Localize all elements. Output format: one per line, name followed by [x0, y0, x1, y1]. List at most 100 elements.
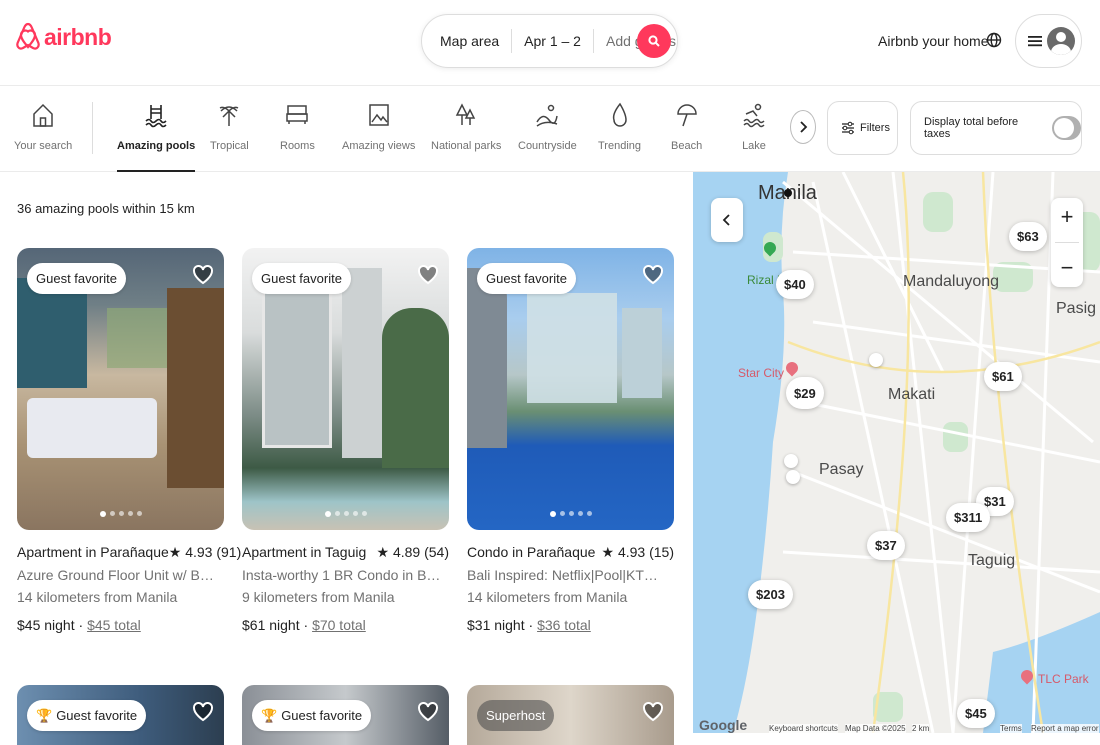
listing-card[interactable]: 🏆 Guest favorite [17, 685, 224, 745]
night-price: $45 night [17, 617, 75, 633]
rating-value: 4.93 (91) [185, 544, 242, 560]
category-label: National parks [431, 140, 502, 152]
palm-tree-icon [220, 106, 239, 126]
map-roads [693, 172, 1100, 733]
price-pin[interactable]: $61 [984, 362, 1022, 391]
category-national-parks[interactable]: National parks [431, 102, 501, 172]
airbnb-logo[interactable]: airbnb [16, 22, 112, 52]
sliders-icon [842, 121, 854, 135]
price-pin[interactable]: $40 [776, 270, 814, 299]
category-beach[interactable]: Beach [671, 102, 702, 172]
tax-toggle-switch[interactable] [1051, 116, 1081, 140]
price-pin[interactable]: $311 [946, 503, 991, 532]
listing-photo[interactable]: Guest favorite [242, 248, 449, 530]
search-bar[interactable]: Map area Apr 1 – 2 Add guests [421, 14, 678, 68]
category-amazing-views[interactable]: Amazing views [342, 102, 415, 172]
heart-icon[interactable] [417, 265, 439, 285]
heart-icon[interactable] [417, 702, 439, 722]
guest-favorite-badge: 🏆 Guest favorite [252, 700, 372, 731]
zoom-in-button[interactable]: + [1061, 204, 1074, 230]
google-logo: Google [699, 717, 748, 733]
price-pin[interactable]: $45 [957, 699, 995, 728]
keyboard-shortcuts-link[interactable]: Keyboard shortcuts [769, 724, 838, 733]
collapse-map-button[interactable] [711, 198, 743, 242]
heart-icon[interactable] [642, 265, 664, 285]
listing-distance: 14 kilometers from Manila [17, 589, 178, 605]
listing-photo[interactable]: Superhost [467, 685, 674, 745]
category-your-search[interactable]: Your search [14, 102, 72, 172]
badge-text: Guest favorite [486, 271, 567, 286]
listing-description: Bali Inspired: Netflix|Pool|KTV|Games [467, 567, 667, 583]
listing-card[interactable]: Guest favorite Apartment in Taguig ★ 4.89… [242, 248, 449, 633]
listing-rating: ★ 4.89 (54) [376, 544, 450, 560]
heart-icon[interactable] [642, 702, 664, 722]
category-lake[interactable]: Lake [742, 102, 766, 172]
hills-icon [536, 104, 559, 127]
unpriced-pin[interactable] [786, 470, 800, 484]
dates-field[interactable]: Apr 1 – 2 [524, 33, 581, 49]
listing-card[interactable]: 🏆 Guest favorite [242, 685, 449, 745]
chevron-right-icon [800, 121, 808, 133]
listing-card[interactable]: Superhost [467, 685, 674, 745]
total-price[interactable]: $45 total [87, 617, 141, 633]
badge-text: Guest favorite [261, 271, 342, 286]
heart-icon[interactable] [192, 265, 214, 285]
listing-photo[interactable]: 🏆 Guest favorite [17, 685, 224, 745]
globe-icon[interactable] [986, 32, 1002, 48]
heart-icon[interactable] [192, 702, 214, 722]
map-label-mandaluyong: Mandaluyong [903, 273, 1000, 290]
badge-text: Guest favorite [281, 708, 363, 723]
price-pin[interactable]: $37 [867, 531, 905, 560]
total-price[interactable]: $36 total [537, 617, 591, 633]
filters-button[interactable]: Filters [827, 101, 898, 155]
category-next-button[interactable] [790, 110, 816, 144]
report-map-error-link[interactable]: Report a map error [1031, 724, 1099, 733]
photo-detail [167, 288, 224, 488]
divider [511, 29, 513, 53]
badge-text: Guest favorite [36, 271, 117, 286]
price-pin[interactable]: $203 [748, 580, 793, 609]
category-divider [92, 102, 93, 154]
listing-photo[interactable]: Guest favorite [467, 248, 674, 530]
host-link[interactable]: Airbnb your home [878, 33, 989, 49]
umbrella-icon [676, 104, 697, 127]
category-tropical[interactable]: Tropical [210, 102, 249, 172]
terms-link[interactable]: Terms [1000, 724, 1022, 733]
zoom-controls: + − [1051, 198, 1083, 287]
map-data-text: Map Data ©2025 [845, 724, 906, 733]
category-countryside[interactable]: Countryside [518, 102, 577, 172]
unpriced-pin[interactable] [869, 353, 883, 367]
guest-favorite-badge: Guest favorite [27, 263, 126, 294]
night-price: $61 night [242, 617, 300, 633]
category-amazing-pools[interactable]: Amazing pools [117, 102, 196, 172]
map-label-star-city: Star City [738, 366, 785, 380]
photo-detail [17, 278, 87, 388]
category-trending[interactable]: Trending [598, 102, 641, 172]
category-label: Beach [671, 140, 703, 152]
map[interactable]: Manila Mandaluyong Pasig Makati Pasay Ta… [693, 172, 1100, 733]
price-pin[interactable]: $63 [1009, 222, 1047, 251]
listing-photo[interactable]: 🏆 Guest favorite [242, 685, 449, 745]
listing-price: $31 night · $36 total [467, 617, 591, 633]
airbnb-logo-icon [16, 22, 40, 50]
unpriced-pin[interactable] [784, 454, 798, 468]
search-icon [648, 35, 660, 47]
map-scale: 2 km [912, 724, 930, 733]
map-label-makati: Makati [888, 386, 936, 403]
listing-description: Insta-worthy 1 BR Condo in BGC!Just... [242, 567, 442, 583]
user-menu-button[interactable] [1015, 14, 1082, 68]
zoom-out-button[interactable]: − [1061, 255, 1074, 281]
search-button[interactable] [637, 24, 671, 58]
bed-icon [286, 105, 309, 124]
trophy-icon: 🏆 [261, 707, 278, 723]
picture-frame-icon [368, 104, 389, 126]
listing-card[interactable]: Guest favorite Apartment in Parañaque ★ 4… [17, 248, 241, 633]
category-rooms[interactable]: Rooms [280, 102, 315, 172]
price-pin[interactable]: $29 [786, 377, 824, 409]
total-price[interactable]: $70 total [312, 617, 366, 633]
listing-card[interactable]: Guest favorite Condo in Parañaque ★ 4.93 … [467, 248, 674, 633]
location-field[interactable]: Map area [440, 33, 499, 49]
listing-title: Apartment in Taguig [242, 544, 367, 560]
listing-title: Condo in Parañaque [467, 544, 596, 560]
listing-photo[interactable]: Guest favorite [17, 248, 224, 530]
